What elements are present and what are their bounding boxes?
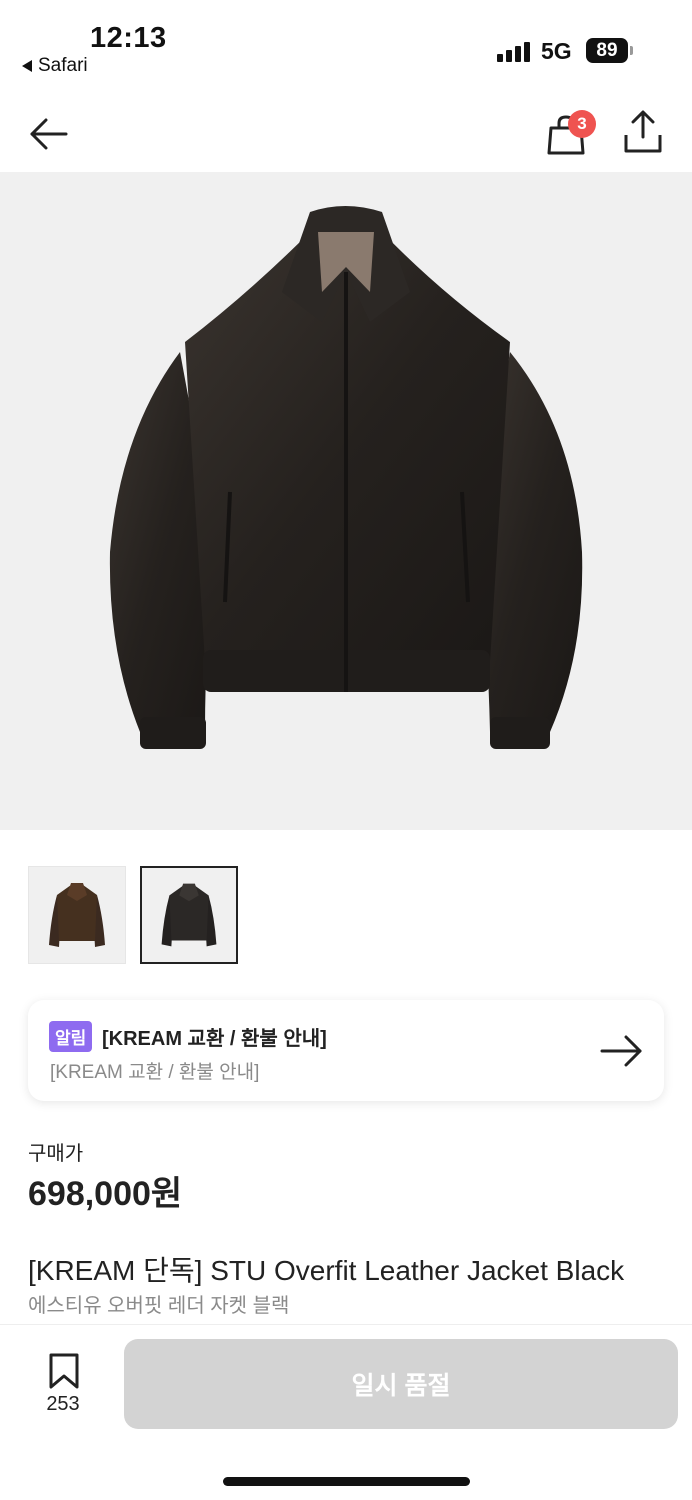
status-time: 12:13 [90,22,167,54]
thumbnail-1[interactable] [28,866,126,964]
battery-level: 89 [596,39,618,61]
cart-count-badge: 3 [568,110,596,138]
bookmark-count: 253 [46,1393,80,1415]
bottom-action-bar: 253 일시 품절 [0,1324,692,1500]
product-title: [KREAM 단독] STU Overfit Leather Jacket Bl… [28,1255,625,1286]
share-icon[interactable] [622,109,664,155]
battery-icon: 89 [586,38,628,63]
status-bar: 12:13 Safari 5G 89 [0,0,692,90]
cellular-signal-icon [497,40,530,62]
bookmark-button[interactable]: 253 [40,1353,86,1415]
notice-title: [KREAM 교환 / 환불 안내] [102,1028,327,1050]
back-triangle-icon [22,60,32,72]
price-label: 구매가 [28,1143,84,1165]
bookmark-icon [49,1353,79,1389]
network-type: 5G [541,38,572,64]
price-value: 698,000원 [28,1175,183,1213]
brown-jacket-thumbnail [49,883,105,947]
product-subtitle: 에스티유 오버핏 레더 자켓 블랙 [28,1295,290,1317]
back-to-safari[interactable]: Safari [22,55,88,77]
product-image[interactable] [0,172,692,830]
home-indicator[interactable] [223,1477,470,1486]
arrow-right-icon [600,1035,642,1067]
sold-out-button[interactable]: 일시 품절 [124,1339,678,1429]
thumbnail-list [28,866,238,964]
leather-jacket-image [109,206,583,749]
exchange-refund-notice[interactable]: 알림 [KREAM 교환 / 환불 안내] [KREAM 교환 / 환불 안내] [28,1000,664,1101]
back-arrow-icon[interactable] [28,113,70,155]
notice-subtitle: [KREAM 교환 / 환불 안내] [50,1062,260,1083]
battery-cap [630,46,633,55]
notice-badge: 알림 [49,1021,93,1052]
thumbnail-2[interactable] [140,866,238,964]
back-app-label: Safari [38,55,88,76]
black-jacket-thumbnail [161,883,217,947]
